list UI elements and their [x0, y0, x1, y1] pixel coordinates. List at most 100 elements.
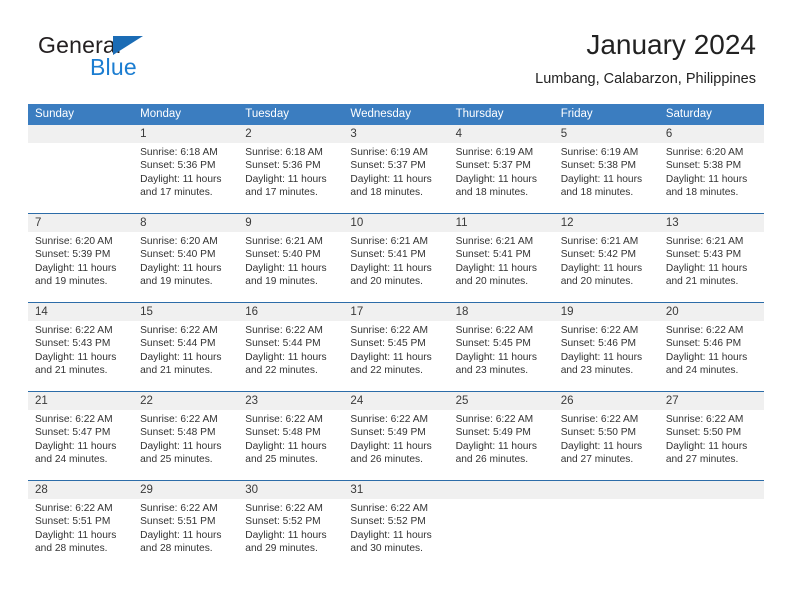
sunset-text: Sunset: 5:50 PM	[560, 427, 637, 439]
calendar-day-cell[interactable]: 25 Sunrise: 6:22 AM Sunset: 5:49 PM Dayligh…	[449, 392, 554, 480]
sunrise-text: Sunrise: 6:22 AM	[665, 325, 744, 336]
calendar-day-cell[interactable]: 21 Sunrise: 6:22 AM Sunset: 5:47 PM Dayligh…	[28, 392, 133, 480]
calendar-week-days: 14 Sunrise: 6:22 AM Sunset: 5:43 PM Dayligh…	[28, 303, 764, 391]
daylight-minutes-text: and 22 minutes.	[245, 365, 318, 377]
sunrise-text: Sunrise: 6:18 AM	[140, 147, 218, 158]
calendar-day-cell[interactable]: 29 Sunrise: 6:22 AM Sunset: 5:51 PM Dayligh…	[133, 481, 238, 569]
calendar-day-cell[interactable]: 30 Sunrise: 6:22 AM Sunset: 5:52 PM Dayligh…	[238, 481, 343, 569]
daylight-minutes-text: and 21 minutes.	[35, 365, 108, 377]
day-details: Sunrise: 6:22 AM Sunset: 5:50 PM Daylight:…	[561, 413, 655, 467]
sunrise-text: Sunrise: 6:22 AM	[140, 503, 218, 514]
day-details: Sunrise: 6:19 AM Sunset: 5:37 PM Daylight:…	[350, 146, 444, 200]
daylight-text: Daylight: 11 hours	[350, 529, 432, 541]
calendar-day-cell[interactable]: 10 Sunrise: 6:21 AM Sunset: 5:41 PM Dayligh…	[343, 214, 448, 302]
daylight-text: Daylight: 11 hours	[560, 440, 643, 452]
general-blue-logo[interactable]: General Blue	[38, 32, 238, 84]
calendar-day-cell[interactable]: 1 Sunrise: 6:18 AM Sunset: 5:36 PM Daylight…	[133, 125, 238, 213]
day-details: Sunrise: 6:22 AM Sunset: 5:46 PM Daylight:…	[666, 324, 760, 378]
sunrise-text: Sunrise: 6:22 AM	[35, 414, 113, 425]
day-number: 15	[140, 306, 153, 318]
sunset-text: Sunset: 5:36 PM	[245, 160, 321, 172]
day-number: 7	[35, 217, 42, 229]
calendar-day-cell[interactable]: 6 Sunrise: 6:20 AM Sunset: 5:38 PM Daylight…	[659, 125, 764, 213]
calendar-day-cell[interactable]: 12 Sunrise: 6:21 AM Sunset: 5:42 PM Dayligh…	[554, 214, 659, 302]
sunset-text: Sunset: 5:52 PM	[350, 516, 426, 528]
daylight-minutes-text: and 21 minutes.	[665, 276, 739, 288]
sunset-text: Sunset: 5:48 PM	[140, 427, 216, 439]
sunrise-text: Sunrise: 6:21 AM	[245, 236, 323, 247]
daylight-minutes-text: and 24 minutes.	[35, 454, 108, 466]
calendar-week-row: 7 Sunrise: 6:20 AM Sunset: 5:39 PM Daylight…	[28, 213, 764, 302]
day-details: Sunrise: 6:18 AM Sunset: 5:36 PM Daylight:…	[245, 146, 339, 200]
calendar-day-cell[interactable]: 8 Sunrise: 6:20 AM Sunset: 5:40 PM Daylight…	[133, 214, 238, 302]
day-number: 8	[140, 217, 147, 229]
daylight-text: Daylight: 11 hours	[455, 173, 537, 185]
daylight-text: Daylight: 11 hours	[455, 262, 537, 274]
calendar-day-cell[interactable]: 23 Sunrise: 6:22 AM Sunset: 5:48 PM Dayligh…	[238, 392, 343, 480]
calendar-day-cell[interactable]: 11 Sunrise: 6:21 AM Sunset: 5:41 PM Dayligh…	[449, 214, 554, 302]
weekday-header-thursday: Thursday	[455, 108, 504, 120]
sunrise-text: Sunrise: 6:19 AM	[560, 147, 639, 158]
day-details: Sunrise: 6:21 AM Sunset: 5:40 PM Daylight:…	[245, 235, 339, 289]
calendar-day-cell[interactable]: 28 Sunrise: 6:22 AM Sunset: 5:51 PM Dayligh…	[28, 481, 133, 569]
calendar-day-cell[interactable]: 2 Sunrise: 6:18 AM Sunset: 5:36 PM Daylight…	[238, 125, 343, 213]
daylight-minutes-text: and 22 minutes.	[350, 365, 423, 377]
day-number: 23	[245, 395, 259, 407]
sunset-text: Sunset: 5:38 PM	[560, 160, 637, 172]
calendar-day-cell[interactable]: 22 Sunrise: 6:22 AM Sunset: 5:48 PM Dayligh…	[133, 392, 238, 480]
calendar-day-cell[interactable]: 31 Sunrise: 6:22 AM Sunset: 5:52 PM Dayligh…	[343, 481, 448, 569]
day-number: 11	[455, 217, 468, 229]
day-details: Sunrise: 6:21 AM Sunset: 5:43 PM Daylight:…	[666, 235, 760, 289]
calendar-day-cell[interactable]: 15 Sunrise: 6:22 AM Sunset: 5:44 PM Dayligh…	[133, 303, 238, 391]
day-number: 20	[665, 306, 679, 318]
sunrise-text: Sunrise: 6:22 AM	[560, 414, 639, 425]
day-details: Sunrise: 6:22 AM Sunset: 5:44 PM Daylight:…	[245, 324, 339, 378]
calendar-day-cell[interactable]: 20 Sunrise: 6:22 AM Sunset: 5:46 PM Dayligh…	[659, 303, 764, 391]
sunrise-text: Sunrise: 6:22 AM	[245, 325, 323, 336]
daylight-minutes-text: and 19 minutes.	[245, 276, 318, 288]
daylight-minutes-text: and 25 minutes.	[245, 454, 318, 466]
day-number: 27	[665, 395, 679, 407]
calendar-week-row: 21 Sunrise: 6:22 AM Sunset: 5:47 PM Dayligh…	[28, 391, 764, 480]
sunrise-text: Sunrise: 6:19 AM	[350, 147, 429, 158]
sunrise-text: Sunrise: 6:22 AM	[350, 414, 429, 425]
weekday-header-saturday: Saturday	[665, 108, 712, 120]
daylight-minutes-text: and 17 minutes.	[245, 187, 318, 199]
sunrise-text: Sunrise: 6:18 AM	[245, 147, 323, 158]
sunset-text: Sunset: 5:47 PM	[35, 427, 111, 439]
calendar-day-cell[interactable]: 17 Sunrise: 6:22 AM Sunset: 5:45 PM Dayligh…	[343, 303, 448, 391]
calendar-day-cell[interactable]: 7 Sunrise: 6:20 AM Sunset: 5:39 PM Daylight…	[28, 214, 133, 302]
sunrise-text: Sunrise: 6:21 AM	[560, 236, 639, 247]
calendar-day-cell-empty	[554, 481, 659, 569]
calendar-day-cell[interactable]: 5 Sunrise: 6:19 AM Sunset: 5:38 PM Daylight…	[554, 125, 659, 213]
day-number: 14	[35, 306, 48, 318]
calendar-day-cell[interactable]: 27 Sunrise: 6:22 AM Sunset: 5:50 PM Dayligh…	[659, 392, 764, 480]
calendar-day-cell[interactable]: 3 Sunrise: 6:19 AM Sunset: 5:37 PM Daylight…	[343, 125, 448, 213]
calendar-day-cell[interactable]: 24 Sunrise: 6:22 AM Sunset: 5:49 PM Dayligh…	[343, 392, 448, 480]
calendar-day-cell[interactable]: 4 Sunrise: 6:19 AM Sunset: 5:37 PM Daylight…	[449, 125, 554, 213]
calendar-day-cell[interactable]: 19 Sunrise: 6:22 AM Sunset: 5:46 PM Dayligh…	[554, 303, 659, 391]
sunrise-text: Sunrise: 6:22 AM	[140, 325, 218, 336]
weekday-header-friday: Friday	[560, 108, 593, 120]
calendar-day-cell[interactable]: 18 Sunrise: 6:22 AM Sunset: 5:45 PM Dayligh…	[449, 303, 554, 391]
sunrise-text: Sunrise: 6:21 AM	[350, 236, 429, 247]
daylight-text: Daylight: 11 hours	[350, 262, 432, 274]
calendar-day-cell[interactable]: 16 Sunrise: 6:22 AM Sunset: 5:44 PM Dayligh…	[238, 303, 343, 391]
day-details: Sunrise: 6:20 AM Sunset: 5:38 PM Daylight:…	[666, 146, 760, 200]
daylight-minutes-text: and 28 minutes.	[140, 543, 213, 555]
calendar-day-cell[interactable]: 14 Sunrise: 6:22 AM Sunset: 5:43 PM Dayligh…	[28, 303, 133, 391]
calendar-week-row: 28 Sunrise: 6:22 AM Sunset: 5:51 PM Dayligh…	[28, 480, 764, 569]
calendar-day-cell[interactable]: 13 Sunrise: 6:21 AM Sunset: 5:43 PM Dayligh…	[659, 214, 764, 302]
daylight-text: Daylight: 11 hours	[245, 173, 327, 185]
day-details: Sunrise: 6:20 AM Sunset: 5:40 PM Daylight:…	[140, 235, 234, 289]
day-number: 4	[455, 128, 462, 140]
calendar-day-cell[interactable]: 9 Sunrise: 6:21 AM Sunset: 5:40 PM Daylight…	[238, 214, 343, 302]
daylight-minutes-text: and 23 minutes.	[455, 365, 529, 377]
calendar-day-cell[interactable]: 26 Sunrise: 6:22 AM Sunset: 5:50 PM Dayligh…	[554, 392, 659, 480]
daylight-text: Daylight: 11 hours	[245, 440, 327, 452]
day-details: Sunrise: 6:22 AM Sunset: 5:45 PM Daylight:…	[456, 324, 550, 378]
day-details: Sunrise: 6:22 AM Sunset: 5:52 PM Daylight:…	[245, 502, 339, 556]
day-details: Sunrise: 6:22 AM Sunset: 5:51 PM Daylight:…	[35, 502, 129, 556]
sunset-text: Sunset: 5:38 PM	[665, 160, 742, 172]
daylight-text: Daylight: 11 hours	[35, 529, 117, 541]
